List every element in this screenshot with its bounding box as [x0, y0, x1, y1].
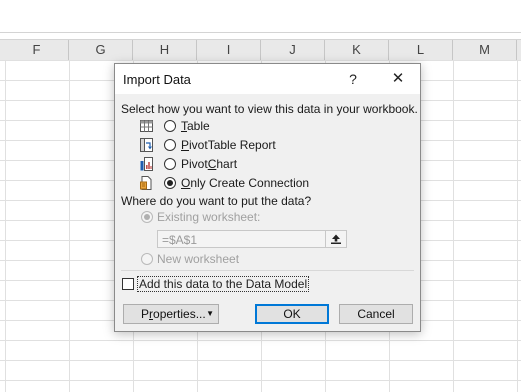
column-header-l[interactable]: L: [389, 40, 453, 60]
column-header-f[interactable]: F: [5, 40, 69, 60]
help-button[interactable]: ?: [343, 69, 363, 89]
table-radio[interactable]: [164, 120, 176, 132]
existing-worksheet-radio[interactable]: [141, 211, 153, 223]
pivotchart-icon: [140, 157, 153, 171]
separator: [121, 270, 414, 271]
properties-button[interactable]: Properties... ▼: [123, 304, 219, 324]
cancel-button[interactable]: Cancel: [339, 304, 413, 324]
column-header-i[interactable]: I: [197, 40, 261, 60]
column-header-m[interactable]: M: [453, 40, 517, 60]
column-header-g[interactable]: G: [69, 40, 133, 60]
select-view-prompt: Select how you want to view this data in…: [121, 102, 418, 116]
ribbon-area: [0, 0, 521, 33]
import-data-dialog: Import Data ? ✕ Select how you want to v…: [114, 63, 421, 332]
only-create-connection-radio[interactable]: [164, 177, 176, 189]
put-data-prompt: Where do you want to put the data?: [121, 194, 312, 208]
table-icon: [140, 120, 153, 132]
column-header-h[interactable]: H: [133, 40, 197, 60]
reference-value: =$A$1: [162, 233, 198, 247]
pivottable-option-label[interactable]: PivotTable Report: [181, 138, 276, 152]
pivottable-radio[interactable]: [164, 139, 176, 151]
only-create-connection-option-label[interactable]: Only Create Connection: [181, 176, 309, 190]
dialog-titlebar: Import Data ? ✕: [115, 64, 420, 94]
connection-icon: [140, 176, 152, 190]
dialog-title: Import Data: [123, 72, 191, 87]
data-model-checkbox[interactable]: [122, 278, 134, 290]
pivotchart-radio[interactable]: [164, 158, 176, 170]
table-option-label[interactable]: Table: [181, 119, 210, 133]
column-headers: F G H I J K L M: [0, 39, 521, 61]
pivotchart-option-label[interactable]: PivotChart: [181, 157, 237, 171]
collapse-dialog-icon[interactable]: [325, 231, 346, 247]
data-model-label[interactable]: Add this data to the Data Model: [137, 276, 310, 292]
column-header-k[interactable]: K: [325, 40, 389, 60]
existing-worksheet-label: Existing worksheet:: [157, 210, 261, 224]
new-worksheet-label: New worksheet: [157, 252, 240, 266]
close-button[interactable]: ✕: [387, 68, 409, 90]
ok-button[interactable]: OK: [255, 304, 329, 324]
reference-input[interactable]: =$A$1: [157, 230, 347, 248]
new-worksheet-radio[interactable]: [141, 253, 153, 265]
pivottable-icon: [140, 138, 153, 152]
column-header-j[interactable]: J: [261, 40, 325, 60]
chevron-down-icon: ▼: [206, 309, 214, 318]
